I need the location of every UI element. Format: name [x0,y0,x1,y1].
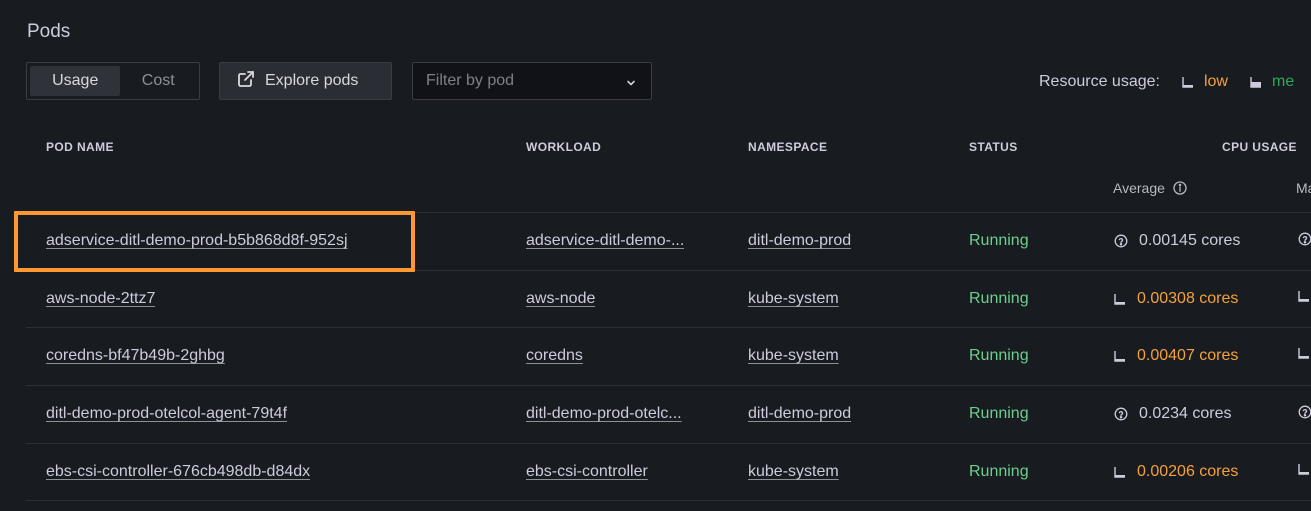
namespace-link[interactable]: ditl-demo-prod [748,232,851,250]
cpu-average-value: 0.00206 cores [1114,463,1238,481]
namespace-link[interactable]: kube-system [748,463,839,481]
status-badge: Running [969,347,1029,365]
pod-name-link[interactable]: coredns-bf47b49b-2ghbg [46,347,225,365]
workload-link[interactable]: coredns [526,347,583,365]
row-divider [26,385,1311,386]
cpu-average-value: 0.0234 cores [1114,405,1232,423]
cpu-max-indicator [1298,463,1311,475]
external-link-icon [237,70,265,93]
page-title: Pods [27,21,70,43]
column-subheader-average[interactable]: Average [1113,180,1187,196]
workload-link[interactable]: ditl-demo-prod-otelc... [526,405,682,423]
status-badge: Running [969,405,1029,423]
view-toggle: Usage Cost [26,62,200,100]
cpu-max-indicator [1298,405,1311,419]
status-badge: Running [969,290,1029,308]
workload-link[interactable]: adservice-ditl-demo-... [526,232,684,250]
column-subheader-max[interactable]: Ma [1296,180,1311,196]
pod-name-link[interactable]: ditl-demo-prod-otelcol-agent-79t4f [46,405,287,423]
row-divider [26,500,1311,501]
pod-name-link[interactable]: ebs-csi-controller-676cb498db-d84dx [46,463,310,481]
gauge-low-icon [1298,463,1310,475]
row-divider [26,270,1311,271]
legend-label: Resource usage: [1039,73,1160,91]
row-divider [26,443,1311,444]
gauge-medium-icon [1250,76,1262,88]
column-header-workload[interactable]: WORKLOAD [526,140,601,154]
gauge-low-icon [1114,350,1126,362]
gauge-low-icon [1182,76,1194,88]
cpu-average-value: 0.00145 cores [1114,232,1240,250]
column-header-namespace[interactable]: NAMESPACE [748,140,827,154]
explore-pods-label: Explore pods [265,72,358,90]
unknown-usage-icon [1298,405,1311,419]
column-header-cpu-usage[interactable]: CPU USAGE [1222,140,1297,154]
gauge-low-icon [1298,290,1310,302]
workload-link[interactable]: ebs-csi-controller [526,463,648,481]
pod-name-link[interactable]: adservice-ditl-demo-prod-b5b868d8f-952sj [46,232,348,250]
cpu-max-indicator [1298,232,1311,246]
legend-medium: me [1250,73,1294,91]
cpu-max-indicator [1298,290,1311,302]
pod-name-link[interactable]: aws-node-2ttz7 [46,290,155,308]
chevron-down-icon [625,76,637,94]
unknown-usage-icon [1114,234,1128,248]
gauge-low-icon [1114,293,1126,305]
resource-usage-legend: Resource usage: low me [1039,71,1294,93]
status-badge: Running [969,463,1029,481]
status-badge: Running [969,232,1029,250]
tab-usage[interactable]: Usage [30,66,120,96]
info-icon [1173,181,1187,195]
explore-pods-button[interactable]: Explore pods [219,62,392,100]
gauge-low-icon [1298,347,1310,359]
cpu-max-indicator [1298,347,1311,359]
column-header-status[interactable]: STATUS [969,140,1018,154]
workload-link[interactable]: aws-node [526,290,595,308]
gauge-low-icon [1114,466,1126,478]
namespace-link[interactable]: ditl-demo-prod [748,405,851,423]
filter-by-pod-select[interactable]: Filter by pod [412,62,652,100]
cpu-average-value: 0.00407 cores [1114,347,1238,365]
namespace-link[interactable]: kube-system [748,290,839,308]
pods-page: Pods Usage Cost Explore pods Filter by p… [0,0,1311,511]
row-divider [26,327,1311,328]
filter-placeholder: Filter by pod [426,72,514,90]
namespace-link[interactable]: kube-system [748,347,839,365]
row-divider [26,212,1311,213]
column-header-pod-name[interactable]: POD NAME [46,140,114,154]
legend-low: low [1182,73,1228,91]
cpu-average-value: 0.00308 cores [1114,290,1238,308]
tab-cost[interactable]: Cost [120,66,196,96]
unknown-usage-icon [1114,407,1128,421]
unknown-usage-icon [1298,232,1311,246]
